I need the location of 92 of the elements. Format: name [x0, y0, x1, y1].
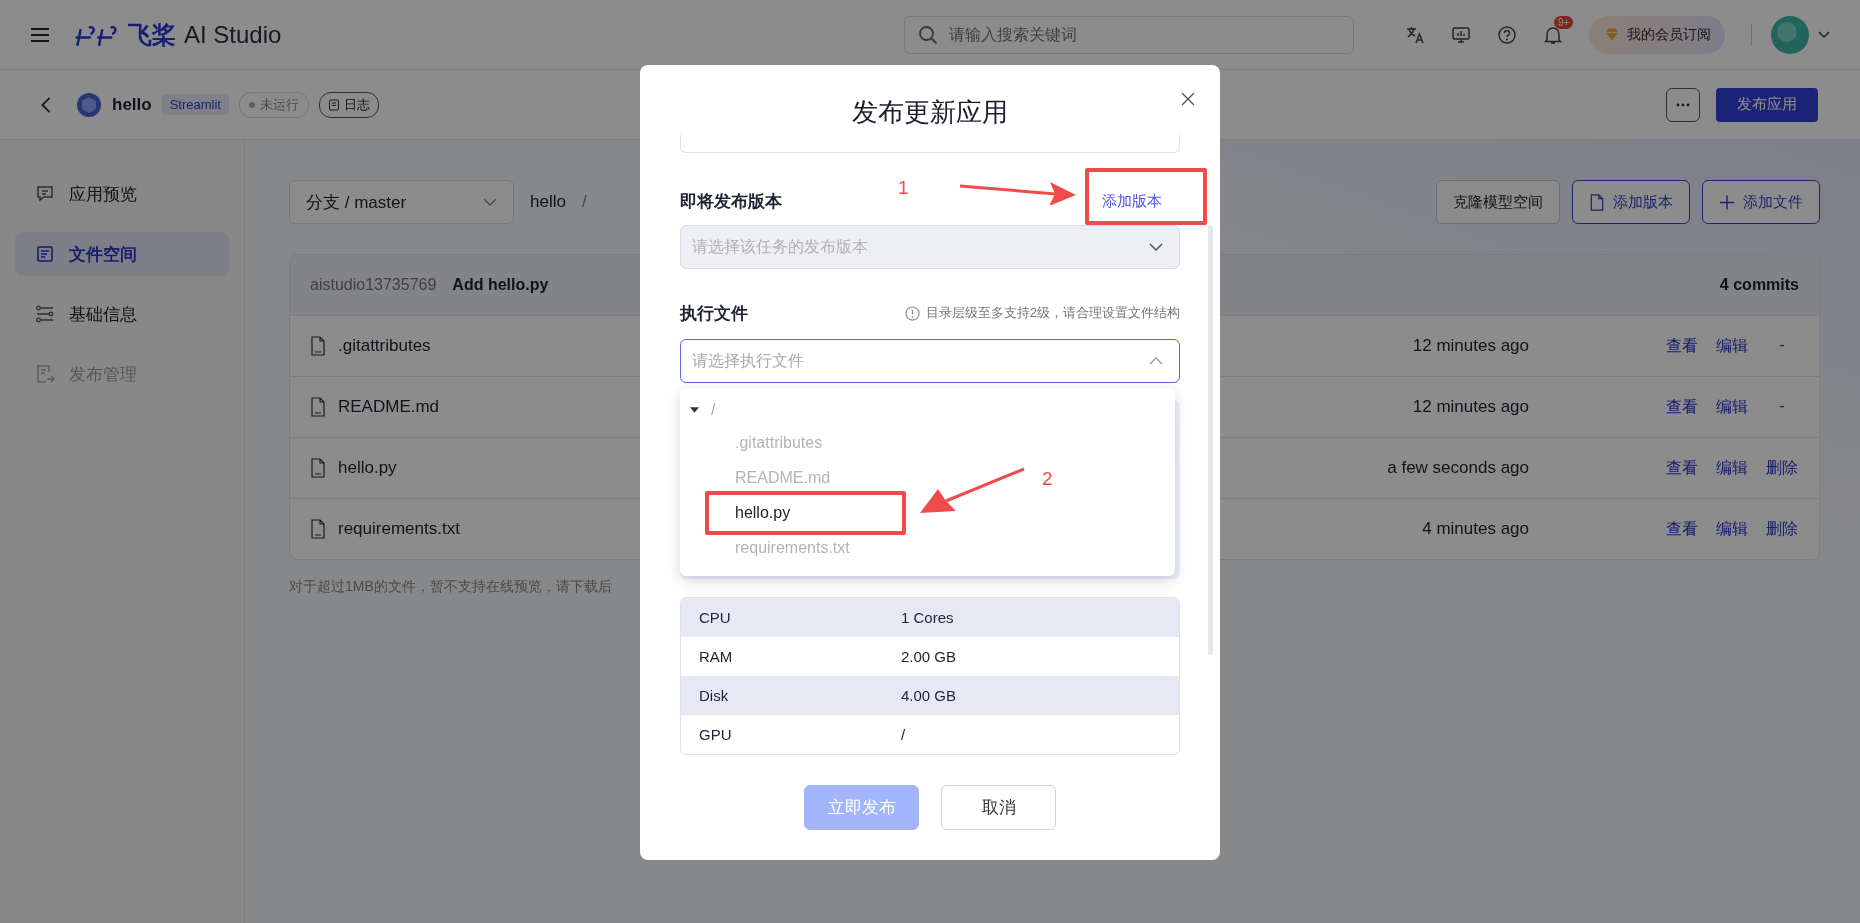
hint-text: 目录层级至多支持2级，请合理设置文件结构: [925, 304, 1180, 322]
action-link[interactable]: 编辑: [1715, 518, 1749, 540]
action-link[interactable]: 查看: [1665, 396, 1699, 418]
breadcrumb-separator: /: [581, 192, 587, 212]
tree-node[interactable]: /: [680, 392, 716, 427]
chevron-icon: [1149, 357, 1163, 365]
search-icon: [918, 24, 939, 45]
action-link[interactable]: 查看: [1665, 457, 1699, 479]
log-button[interactable]: 日志: [318, 91, 379, 118]
status-dot: [248, 101, 255, 108]
action-link[interactable]: 查看: [1665, 335, 1699, 357]
document-icon: [35, 364, 55, 384]
action-link[interactable]: 删除: [1765, 518, 1799, 540]
dialog-title: 发布更新应用: [852, 96, 1008, 129]
document-icon: [35, 244, 55, 264]
monitor-icon[interactable]: [1451, 24, 1471, 45]
step-number: 2: [1042, 468, 1053, 490]
info-icon: [904, 305, 920, 321]
translate-icon[interactable]: [1405, 24, 1425, 45]
caret-icon[interactable]: [1818, 30, 1830, 39]
sliders-icon: [35, 304, 55, 324]
spec-value: 2.00 GB: [901, 648, 957, 665]
branch-select[interactable]: 分支 / master: [289, 180, 514, 224]
spec-name: Disk: [699, 687, 730, 704]
product-name: AI Studio: [184, 20, 282, 49]
notification-badge: 9+: [1554, 15, 1574, 29]
sidebar-item[interactable]: 应用预览: [15, 172, 229, 216]
file-name[interactable]: README.md: [338, 397, 440, 417]
document-icon: [327, 98, 340, 111]
message-icon: [35, 184, 55, 204]
commit-count[interactable]: 4 commits: [1719, 276, 1799, 294]
sidebar-item[interactable]: 文件空间: [15, 232, 229, 276]
file-name[interactable]: .gitattributes: [338, 336, 431, 356]
chevron-icon: [1149, 243, 1163, 251]
spec-name: RAM: [699, 648, 734, 665]
scrollbar[interactable]: [1208, 225, 1213, 655]
file-name[interactable]: hello.py: [338, 458, 397, 478]
back-icon[interactable]: [40, 95, 52, 114]
sidebar-item[interactable]: 基础信息: [15, 292, 229, 336]
add-version-button[interactable]: 添加版本: [1572, 180, 1690, 224]
tree-item[interactable]: hello.py: [735, 503, 791, 523]
file-icon: [310, 336, 326, 356]
cancel-button[interactable]: 取消: [941, 785, 1056, 830]
search-field[interactable]: 请输入搜索关键词: [904, 15, 1355, 54]
file-icon: [310, 519, 326, 539]
status-tag: 未运行: [238, 91, 309, 118]
spec-name: CPU: [699, 609, 732, 626]
spec-value: /: [901, 726, 906, 743]
file-icon: [310, 397, 326, 417]
spec-value: 4.00 GB: [901, 687, 957, 704]
document-icon: [1589, 193, 1605, 211]
commit-author: aistudio13735769: [310, 276, 437, 294]
more-icon: [1676, 102, 1690, 107]
action-link[interactable]: -: [1765, 335, 1799, 357]
file-icon: [310, 458, 326, 478]
breadcrumb[interactable]: hello: [530, 192, 566, 212]
action-link[interactable]: 编辑: [1715, 457, 1749, 479]
field-label: 执行文件: [680, 302, 748, 325]
plus-icon: [1719, 193, 1735, 211]
chevron-icon: [483, 198, 497, 206]
modified-time: 4 minutes ago: [1421, 519, 1529, 539]
exec-file-select[interactable]: 请选择执行文件: [680, 339, 1180, 383]
bell-icon[interactable]: [1543, 24, 1563, 45]
file-name[interactable]: requirements.txt: [338, 519, 460, 539]
action-link[interactable]: 查看: [1665, 518, 1699, 540]
close-icon[interactable]: [1180, 91, 1196, 107]
add-version-link[interactable]: 添加版本: [1102, 191, 1162, 211]
framework-tag: Streamlit: [161, 94, 229, 115]
member-button[interactable]: 我的会员订阅: [1589, 15, 1725, 54]
step-number: 1: [898, 177, 909, 199]
modified-time: 12 minutes ago: [1411, 336, 1529, 356]
more-button[interactable]: [1666, 87, 1700, 122]
action-link[interactable]: 删除: [1765, 457, 1799, 479]
field-label: 即将发布版本: [680, 190, 782, 213]
publish-button[interactable]: 发布应用: [1716, 87, 1818, 122]
triangle-icon: [690, 406, 699, 413]
add-file-button[interactable]: 添加文件: [1702, 180, 1820, 224]
action-link[interactable]: -: [1765, 396, 1799, 418]
app-name: hello: [112, 94, 152, 115]
clone-button[interactable]: 克隆模型空间: [1436, 180, 1560, 224]
spec-value: 1 Cores: [901, 609, 954, 626]
menu-icon[interactable]: [30, 26, 50, 43]
input-field[interactable]: [680, 135, 1180, 153]
action-link[interactable]: 编辑: [1715, 396, 1749, 418]
modified-time: 12 minutes ago: [1411, 397, 1529, 417]
commit-message: Add hello.py: [452, 276, 549, 294]
logo-text: 飞桨: [128, 19, 176, 50]
modified-time: a few seconds ago: [1386, 458, 1529, 478]
cube-icon: [76, 91, 102, 118]
spec-name: GPU: [699, 726, 733, 743]
action-link[interactable]: 编辑: [1715, 335, 1749, 357]
help-icon[interactable]: [1497, 24, 1517, 45]
